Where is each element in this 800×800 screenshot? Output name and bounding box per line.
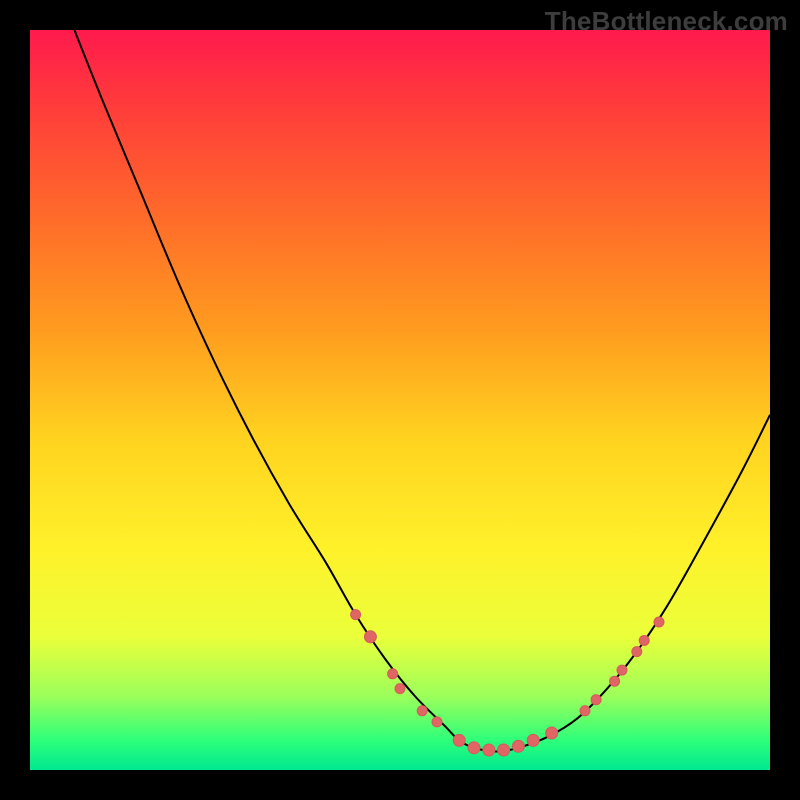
- data-marker: [417, 706, 427, 716]
- plot-area: [30, 30, 770, 770]
- data-marker: [591, 695, 601, 705]
- data-marker: [654, 617, 664, 627]
- data-marker: [546, 727, 558, 739]
- data-marker: [351, 610, 361, 620]
- chart-svg: [30, 30, 770, 770]
- data-marker: [632, 647, 642, 657]
- data-marker: [388, 669, 398, 679]
- data-marker: [432, 717, 442, 727]
- data-marker: [512, 740, 524, 752]
- data-marker: [395, 684, 405, 694]
- outer-frame: TheBottleneck.com: [0, 0, 800, 800]
- data-marker: [364, 631, 376, 643]
- data-marker: [527, 734, 539, 746]
- data-marker: [639, 636, 649, 646]
- data-marker: [580, 706, 590, 716]
- data-marker: [468, 742, 480, 754]
- bottleneck-curve: [74, 30, 770, 752]
- data-marker: [453, 734, 465, 746]
- watermark-text: TheBottleneck.com: [545, 6, 788, 37]
- data-marker: [617, 665, 627, 675]
- data-marker: [483, 744, 495, 756]
- data-marker: [610, 676, 620, 686]
- marker-layer: [351, 610, 664, 756]
- data-marker: [498, 744, 510, 756]
